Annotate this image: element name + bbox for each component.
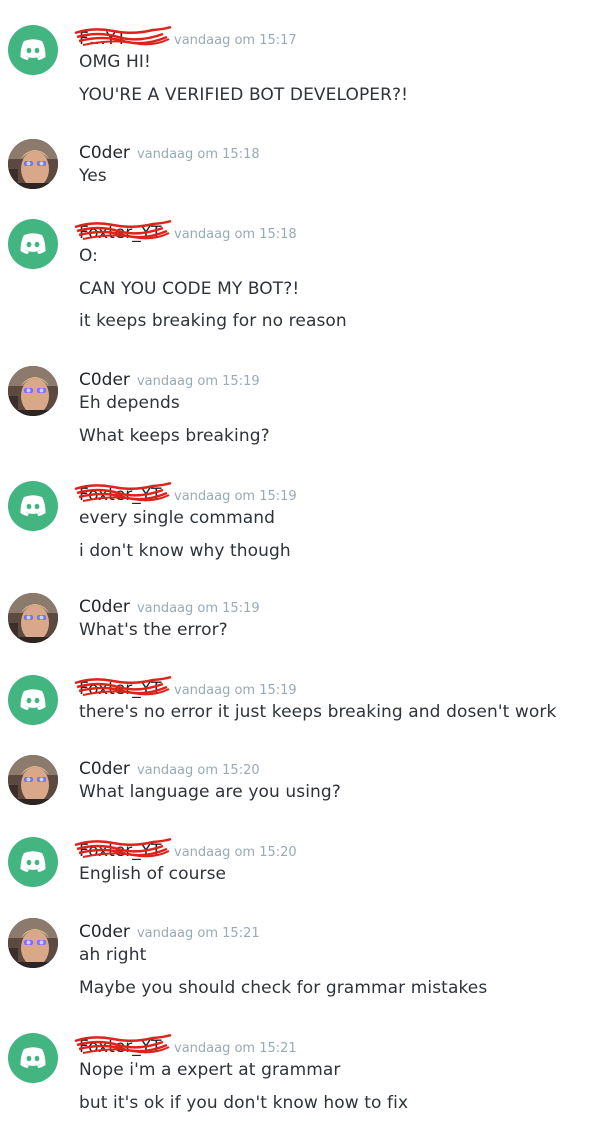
- message-header: C0der vandaag om 15:18: [79, 143, 260, 165]
- message-header: C0der vandaag om 15:19: [79, 370, 260, 392]
- message-text: English of course: [79, 864, 227, 884]
- message-text: but it's ok if you don't know how to fix: [79, 1092, 409, 1113]
- timestamp: vandaag om 15:19: [136, 374, 260, 389]
- timestamp: vandaag om 15:19: [174, 683, 297, 698]
- message-text: What language are you using?: [79, 782, 341, 802]
- message-header: Foxter_YT vandaag om 15:19: [74, 481, 297, 507]
- message-text: every single command: [79, 508, 276, 528]
- discord-logo-icon[interactable]: [8, 837, 58, 887]
- message-header: F…YT vandaag om 15:17: [74, 25, 297, 51]
- timestamp: vandaag om 15:21: [136, 926, 260, 941]
- username[interactable]: C0der: [79, 922, 130, 942]
- username[interactable]: Foxter_YT: [74, 837, 172, 861]
- message-header: Foxter_YT vandaag om 15:21: [74, 1033, 297, 1059]
- username[interactable]: Foxter_YT: [74, 1033, 172, 1057]
- message-header: C0der vandaag om 15:19: [79, 597, 260, 619]
- discord-logo-icon[interactable]: [8, 219, 58, 269]
- avatar[interactable]: [8, 366, 58, 416]
- timestamp: vandaag om 15:21: [174, 1041, 297, 1056]
- avatar[interactable]: [8, 755, 58, 805]
- discord-logo-icon[interactable]: [8, 25, 58, 75]
- username[interactable]: Foxter_YT: [74, 219, 172, 243]
- message-header: Foxter_YT vandaag om 15:20: [74, 837, 297, 863]
- message-text: What keeps breaking?: [79, 425, 270, 446]
- message-header: C0der vandaag om 15:20: [79, 759, 260, 781]
- message-text: Eh depends: [79, 393, 180, 413]
- timestamp: vandaag om 15:20: [174, 845, 297, 860]
- message-text: OMG HI!: [79, 52, 151, 72]
- message-text: Nope i'm a expert at grammar: [79, 1060, 341, 1080]
- message-text: Yes: [79, 166, 107, 186]
- timestamp: vandaag om 15:18: [174, 227, 297, 242]
- message-text: ah right: [79, 945, 147, 965]
- timestamp: vandaag om 15:19: [174, 489, 297, 504]
- message-header: Foxter_YT vandaag om 15:18: [74, 219, 297, 245]
- username[interactable]: C0der: [79, 759, 130, 779]
- username[interactable]: Foxter_YT: [74, 675, 172, 699]
- message-text: What's the error?: [79, 620, 228, 640]
- timestamp: vandaag om 15:17: [174, 33, 297, 48]
- timestamp: vandaag om 15:19: [136, 601, 260, 616]
- timestamp: vandaag om 15:20: [136, 763, 260, 778]
- timestamp: vandaag om 15:18: [136, 147, 260, 162]
- discord-logo-icon[interactable]: [8, 481, 58, 531]
- avatar[interactable]: [8, 918, 58, 968]
- message-header: C0der vandaag om 15:21: [79, 922, 260, 944]
- username[interactable]: C0der: [79, 143, 130, 163]
- avatar[interactable]: [8, 593, 58, 643]
- message-text: YOU'RE A VERIFIED BOT DEVELOPER?!: [79, 84, 409, 105]
- message-text: CAN YOU CODE MY BOT?!: [79, 278, 300, 299]
- discord-logo-icon[interactable]: [8, 675, 58, 725]
- username[interactable]: Foxter_YT: [74, 481, 172, 505]
- message-text: O:: [79, 246, 99, 266]
- username[interactable]: C0der: [79, 597, 130, 617]
- message-text: i don't know why though: [79, 540, 291, 561]
- message-text: there's no error it just keeps breaking …: [79, 702, 557, 722]
- message-header: Foxter_YT vandaag om 15:19: [74, 675, 297, 701]
- username[interactable]: C0der: [79, 370, 130, 390]
- message-text: Maybe you should check for grammar mista…: [79, 977, 488, 998]
- discord-logo-icon[interactable]: [8, 1033, 58, 1083]
- message-text: it keeps breaking for no reason: [79, 311, 347, 331]
- avatar[interactable]: [8, 139, 58, 189]
- username[interactable]: F…YT: [74, 25, 172, 49]
